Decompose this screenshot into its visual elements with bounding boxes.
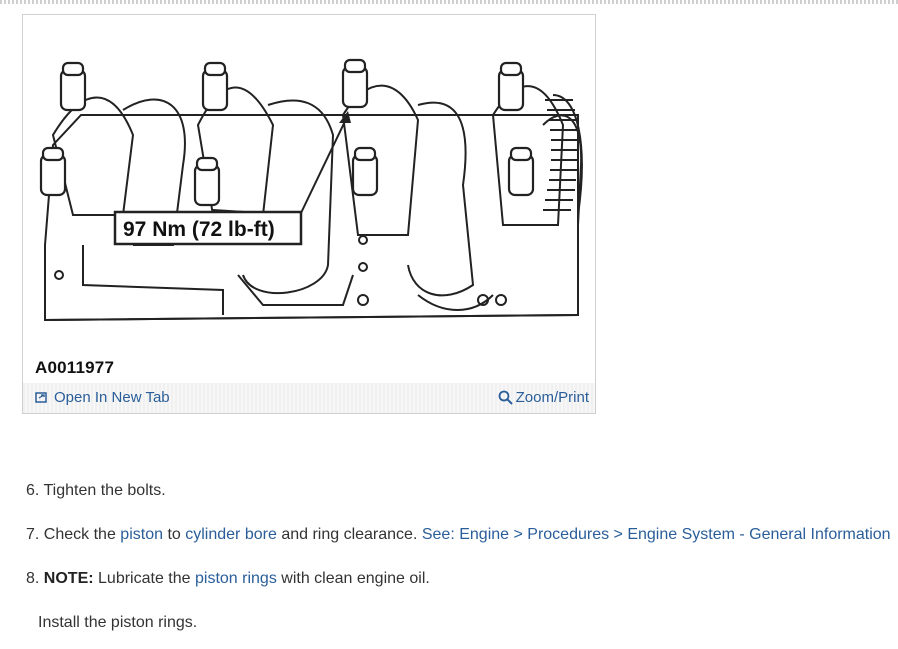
step-number: 6. [26,482,40,499]
step-number: 8. [26,570,40,587]
step-8-action: Install the piston rings. [38,614,197,632]
step-7: 7. Check the piston to cylinder bore and… [26,526,891,544]
figure-toolbar: Open In New Tab Zoom/Print [23,383,595,413]
step-number: 7. [26,526,40,543]
figure-container: 97 Nm (72 lb-ft) A0011977 Open In New Ta… [22,14,596,414]
torque-callout: 97 Nm (72 lb-ft) [123,218,275,241]
step-6: 6. Tighten the bolts. [26,482,166,500]
zoom-print-label: Zoom/Print [515,389,589,406]
open-new-tab-link[interactable]: Open In New Tab [35,389,170,406]
top-dotted-rule [0,0,898,4]
step-text: Tighten the bolts. [43,482,166,499]
open-new-tab-icon [35,392,47,403]
piston-link[interactable]: piston [120,526,163,543]
piston-rings-link[interactable]: piston rings [195,570,277,587]
step-text: with clean engine oil. [281,570,430,587]
see-general-information-link[interactable]: See: Engine > Procedures > Engine System… [422,526,891,543]
cylinder-bore-link[interactable]: cylinder bore [185,526,277,543]
step-text: and ring clearance. [281,526,418,543]
step-text: to [167,526,181,543]
magnifier-icon [498,390,513,405]
crankshaft-illustration: 97 Nm (72 lb-ft) [39,58,583,322]
step-text: Install the piston rings. [38,614,198,631]
figure-id: A0011977 [35,358,115,377]
zoom-print-link[interactable]: Zoom/Print [498,389,589,406]
step-8: 8. NOTE: Lubricate the piston rings with… [26,570,430,588]
note-label: NOTE: [43,570,94,587]
open-new-tab-label: Open In New Tab [54,389,170,406]
step-text: Lubricate the [98,570,191,587]
step-text: Check the [43,526,116,543]
